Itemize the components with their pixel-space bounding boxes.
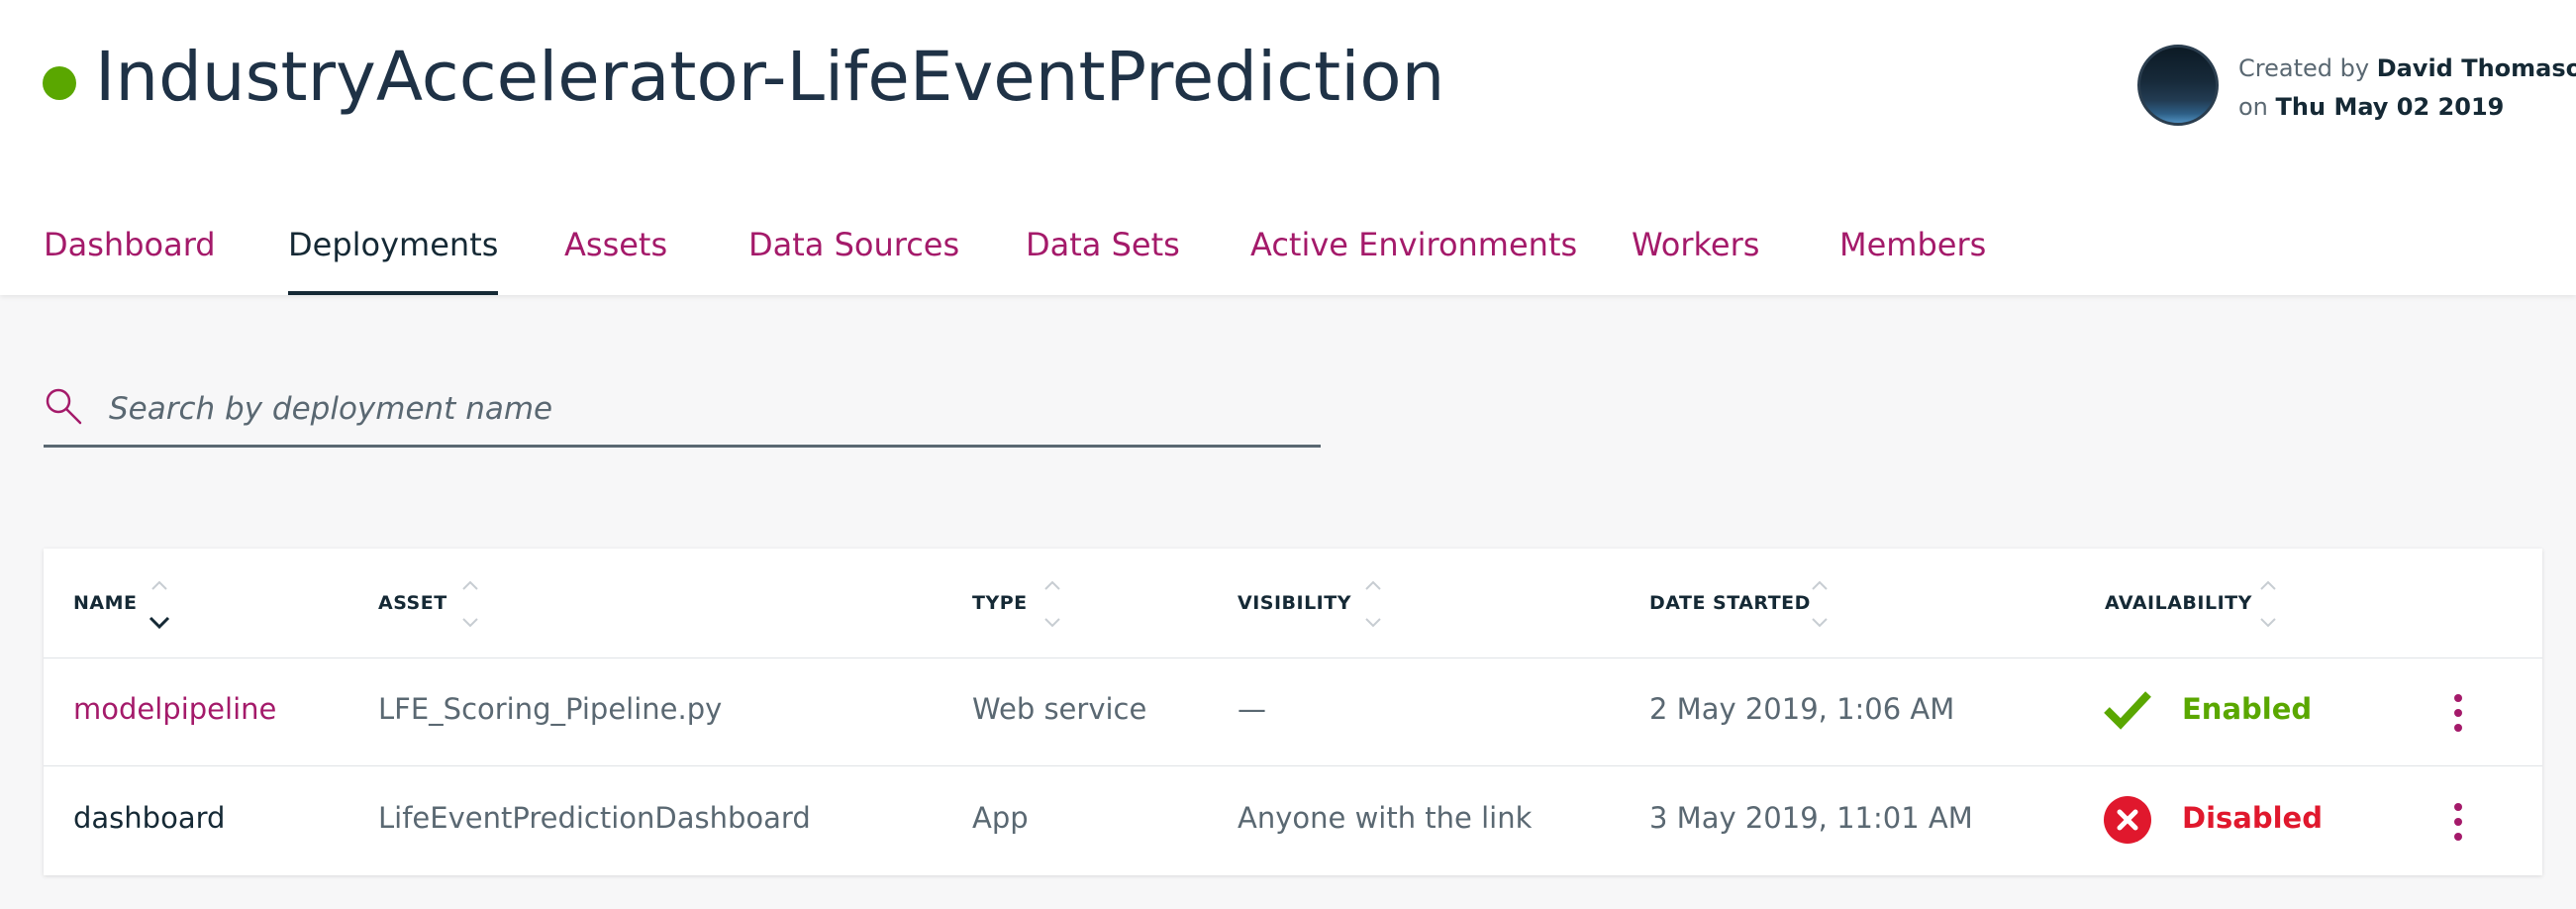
tab-data-sets[interactable]: Data Sets	[1026, 226, 1180, 295]
table-header: NAME ASSET TYPE VISIBILITY DATE STARTED …	[44, 549, 2542, 658]
project-status-indicator	[43, 66, 76, 100]
deployments-table: NAME ASSET TYPE VISIBILITY DATE STARTED …	[44, 549, 2542, 875]
created-by-name: David Thomason	[2376, 54, 2576, 82]
visibility-cell: Anyone with the link	[1238, 801, 1533, 835]
search-icon	[46, 388, 82, 425]
type-cell: App	[972, 801, 1029, 835]
created-by-label: Created by	[2238, 54, 2370, 82]
column-header-date-started[interactable]: DATE STARTED	[1649, 592, 1811, 614]
date-started-cell: 2 May 2019, 1:06 AM	[1649, 692, 1955, 726]
checkmark-icon	[2104, 691, 2151, 730]
asset-cell: LFE_Scoring_Pipeline.py	[378, 692, 723, 726]
tab-members[interactable]: Members	[1839, 226, 1986, 295]
overflow-menu-icon[interactable]	[2443, 688, 2473, 738]
column-header-type[interactable]: TYPE	[972, 592, 1028, 614]
created-on-date: Thu May 02 2019	[2275, 93, 2505, 121]
tab-deployments[interactable]: Deployments	[288, 226, 499, 295]
tab-workers[interactable]: Workers	[1632, 226, 1759, 295]
date-started-cell: 3 May 2019, 11:01 AM	[1649, 801, 1973, 835]
availability-status: Enabled	[2182, 692, 2313, 726]
table-row: modelpipeline LFE_Scoring_Pipeline.py We…	[44, 658, 2542, 766]
created-info: Created by David Thomason on Thu May 02 …	[2238, 50, 2576, 127]
sort-icon[interactable]	[2255, 578, 2281, 634]
overflow-menu-icon[interactable]	[2443, 797, 2473, 847]
sort-icon[interactable]	[1807, 578, 1833, 634]
visibility-cell: —	[1238, 692, 1266, 726]
search-input[interactable]	[109, 384, 1297, 434]
sort-icon[interactable]	[1360, 578, 1386, 634]
project-header: IndustryAccelerator-LifeEventPrediction …	[0, 0, 2576, 295]
tab-dashboard[interactable]: Dashboard	[44, 226, 216, 295]
tab-assets[interactable]: Assets	[564, 226, 667, 295]
type-cell: Web service	[972, 692, 1147, 726]
created-on-label: on	[2238, 93, 2268, 121]
error-circle-icon	[2104, 796, 2151, 844]
deployment-name-link[interactable]: modelpipeline	[73, 692, 276, 726]
deployment-search	[44, 374, 1321, 448]
asset-cell: LifeEventPredictionDashboard	[378, 801, 811, 835]
availability-status: Disabled	[2182, 801, 2323, 835]
table-row: dashboard LifeEventPredictionDashboard A…	[44, 767, 2542, 875]
sort-icon[interactable]	[1040, 578, 1065, 634]
column-header-asset[interactable]: ASSET	[378, 592, 447, 614]
avatar[interactable]	[2137, 45, 2219, 126]
sort-descending-icon[interactable]	[147, 578, 172, 634]
sort-icon[interactable]	[457, 578, 483, 634]
deployment-name[interactable]: dashboard	[73, 801, 225, 835]
tab-data-sources[interactable]: Data Sources	[748, 226, 959, 295]
column-header-name[interactable]: NAME	[73, 592, 138, 614]
project-title: IndustryAccelerator-LifeEventPrediction	[95, 38, 1445, 117]
column-header-visibility[interactable]: VISIBILITY	[1238, 592, 1351, 614]
column-header-availability[interactable]: AVAILABILITY	[2105, 592, 2252, 614]
tab-active-environments[interactable]: Active Environments	[1250, 226, 1577, 295]
